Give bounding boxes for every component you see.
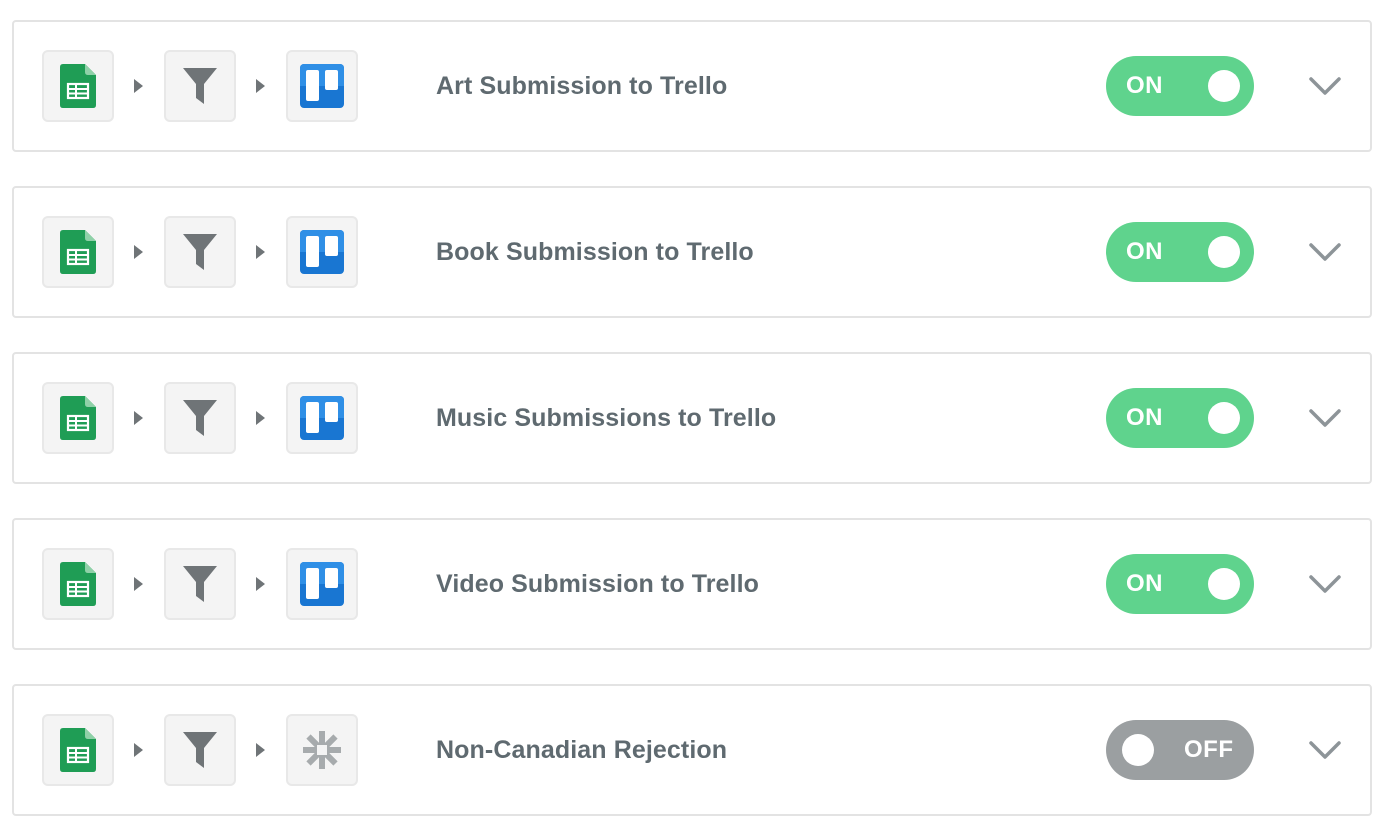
zapier-icon [300, 728, 344, 772]
expand-button[interactable] [1308, 406, 1342, 430]
zap-title[interactable]: Book Submission to Trello [436, 236, 754, 268]
trello-icon [300, 64, 344, 108]
google-sheets-icon [60, 396, 96, 440]
zap-toggle[interactable]: ON [1106, 554, 1254, 614]
filter-icon [183, 566, 217, 602]
google-sheets-icon [60, 728, 96, 772]
filter-app-tile [164, 714, 236, 786]
step-arrow-icon [256, 79, 265, 93]
step-arrow-icon [134, 245, 143, 259]
zap-title[interactable]: Video Submission to Trello [436, 568, 759, 600]
trigger-app-tile [42, 548, 114, 620]
zap-title[interactable]: Non-Canadian Rejection [436, 734, 727, 766]
chevron-down-icon [1308, 240, 1342, 264]
filter-app-tile [164, 50, 236, 122]
zap-row[interactable]: Music Submissions to Trello ON [12, 352, 1372, 484]
trello-icon [300, 396, 344, 440]
zap-toggle[interactable]: OFF [1106, 720, 1254, 780]
trigger-app-tile [42, 382, 114, 454]
chevron-down-icon [1308, 738, 1342, 762]
trello-icon [300, 230, 344, 274]
action-app-tile [286, 548, 358, 620]
filter-icon [183, 234, 217, 270]
toggle-knob [1208, 236, 1240, 268]
step-arrow-icon [134, 411, 143, 425]
google-sheets-icon [60, 562, 96, 606]
toggle-knob [1122, 734, 1154, 766]
zap-row[interactable]: Book Submission to Trello ON [12, 186, 1372, 318]
chevron-down-icon [1308, 572, 1342, 596]
zap-title[interactable]: Art Submission to Trello [436, 70, 727, 102]
toggle-label: OFF [1184, 736, 1234, 763]
step-arrow-icon [134, 79, 143, 93]
action-app-tile [286, 216, 358, 288]
google-sheets-icon [60, 230, 96, 274]
trello-icon [300, 562, 344, 606]
zap-list: Art Submission to Trello ON Book Submiss… [12, 20, 1372, 816]
step-arrow-icon [134, 743, 143, 757]
chevron-down-icon [1308, 74, 1342, 98]
toggle-knob [1208, 402, 1240, 434]
filter-icon [183, 68, 217, 104]
trigger-app-tile [42, 714, 114, 786]
toggle-label: ON [1126, 72, 1163, 99]
google-sheets-icon [60, 64, 96, 108]
action-app-tile [286, 382, 358, 454]
zap-title[interactable]: Music Submissions to Trello [436, 402, 776, 434]
step-arrow-icon [256, 577, 265, 591]
expand-button[interactable] [1308, 738, 1342, 762]
filter-app-tile [164, 216, 236, 288]
toggle-knob [1208, 70, 1240, 102]
zap-toggle[interactable]: ON [1106, 56, 1254, 116]
chevron-down-icon [1308, 406, 1342, 430]
zap-row[interactable]: Non-Canadian Rejection OFF [12, 684, 1372, 816]
expand-button[interactable] [1308, 240, 1342, 264]
filter-app-tile [164, 382, 236, 454]
trigger-app-tile [42, 216, 114, 288]
action-app-tile [286, 714, 358, 786]
zap-toggle[interactable]: ON [1106, 222, 1254, 282]
filter-app-tile [164, 548, 236, 620]
filter-icon [183, 400, 217, 436]
toggle-label: ON [1126, 238, 1163, 265]
zap-row[interactable]: Video Submission to Trello ON [12, 518, 1372, 650]
step-arrow-icon [134, 577, 143, 591]
step-arrow-icon [256, 245, 265, 259]
toggle-label: ON [1126, 570, 1163, 597]
filter-icon [183, 732, 217, 768]
step-arrow-icon [256, 743, 265, 757]
toggle-label: ON [1126, 404, 1163, 431]
zap-row[interactable]: Art Submission to Trello ON [12, 20, 1372, 152]
expand-button[interactable] [1308, 572, 1342, 596]
action-app-tile [286, 50, 358, 122]
zap-toggle[interactable]: ON [1106, 388, 1254, 448]
step-arrow-icon [256, 411, 265, 425]
trigger-app-tile [42, 50, 114, 122]
expand-button[interactable] [1308, 74, 1342, 98]
toggle-knob [1208, 568, 1240, 600]
